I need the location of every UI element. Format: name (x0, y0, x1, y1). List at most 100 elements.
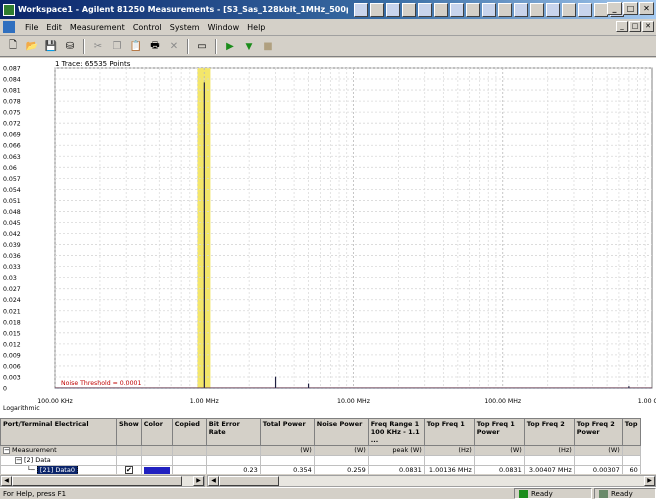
tree-group-cell[interactable]: − [2] Data (0, 455, 117, 466)
color-cell[interactable] (140, 465, 173, 474)
new-icon[interactable]: 🗋 (4, 39, 22, 55)
x-tick-label: 100.00 KHz (37, 398, 73, 405)
task-icon[interactable] (594, 2, 608, 17)
toolbar-separator (215, 39, 217, 54)
y-tick-label: 0.06 (3, 165, 17, 172)
tree-group-label: [2] Data (24, 456, 51, 465)
selected-terminal-name[interactable]: [21] Data0 (36, 466, 78, 474)
show-checkbox[interactable]: ✔ (124, 466, 133, 474)
maximize-button[interactable]: □ (623, 2, 638, 15)
menu-help[interactable]: Help (243, 23, 269, 32)
menu-measurement[interactable]: Measurement (66, 23, 129, 32)
top-freq1-cell: 1.00136 MHz (423, 465, 475, 474)
unit-cell: (W) (313, 445, 369, 456)
task-icon[interactable] (386, 2, 400, 17)
copied-cell (171, 465, 207, 474)
right-horizontal-scrollbar[interactable]: ◀ ▶ (207, 475, 656, 487)
column-header[interactable]: Show (116, 418, 142, 446)
menu-control[interactable]: Control (129, 23, 166, 32)
print-setup-icon[interactable]: ⛁ (61, 39, 79, 55)
column-header[interactable]: Copied (171, 418, 207, 446)
task-icon[interactable] (354, 2, 368, 17)
task-icon[interactable] (418, 2, 432, 17)
column-header[interactable]: Top Freq 1 Power (473, 418, 525, 446)
unit-cell: (Hz) (523, 445, 575, 456)
play-icon[interactable]: ▶ (221, 39, 239, 55)
task-icon[interactable] (578, 2, 592, 17)
results-grid[interactable]: Port/Terminal Electrical Show Color Copi… (0, 418, 656, 474)
task-icon[interactable] (546, 2, 560, 17)
task-icon[interactable] (450, 2, 464, 17)
column-header[interactable]: Top Freq 1 (423, 418, 475, 446)
trace-color-swatch[interactable] (143, 466, 170, 474)
save-icon[interactable]: 💾 (42, 39, 60, 55)
task-icon[interactable] (530, 2, 544, 17)
window-icon[interactable]: ▭ (193, 39, 211, 55)
column-header[interactable]: Top Freq 2 (523, 418, 575, 446)
x-tick-label: 100.00 MHz (484, 398, 521, 405)
unit-cell: (W) (473, 445, 525, 456)
tree-group-row[interactable]: − [2] Data (0, 455, 641, 466)
minimize-button[interactable]: _ (607, 2, 622, 15)
close-button[interactable]: ✕ (639, 2, 654, 15)
column-header[interactable]: Total Power (259, 418, 315, 446)
task-icon[interactable] (402, 2, 416, 17)
delete-icon[interactable]: ✕ (165, 39, 183, 55)
task-icon[interactable] (498, 2, 512, 17)
record-icon[interactable]: ▼ (240, 39, 258, 55)
y-tick-label: 0.003 (3, 374, 21, 381)
column-header[interactable]: Freq Range 1 100 KHz - 1.1 ... (367, 418, 425, 446)
spectrum-chart[interactable]: 0.087 0.084 0.081 0.078 0.075 0.072 0.069 0.066… (0, 58, 656, 418)
title-bar[interactable]: Workspace1 - Agilent 81250 Measurements … (0, 0, 656, 19)
paste-icon[interactable]: 📋 (127, 39, 145, 55)
menu-system[interactable]: System (166, 23, 204, 32)
copy-icon[interactable]: ❐ (108, 39, 126, 55)
collapse-icon[interactable]: − (3, 447, 10, 454)
table-row[interactable]: └─ [21] Data0 ✔ 0.23 0.354 0.259 0.0831 … (0, 465, 641, 474)
scroll-thumb[interactable] (12, 476, 182, 486)
column-header[interactable]: Top (621, 418, 641, 446)
task-icon[interactable] (562, 2, 576, 17)
column-header[interactable]: Port/Terminal Electrical (0, 418, 117, 446)
left-horizontal-scrollbar[interactable]: ◀ ▶ (0, 475, 205, 487)
task-icon[interactable] (466, 2, 480, 17)
menu-edit[interactable]: Edit (42, 23, 66, 32)
unit-cell: (Hz) (423, 445, 475, 456)
y-tick-label: 0.048 (3, 209, 21, 216)
scroll-right-icon[interactable]: ▶ (644, 476, 655, 486)
column-header[interactable]: Top Freq 2 Power (573, 418, 623, 446)
y-tick-label: 0.069 (3, 132, 21, 139)
spectrum-plot[interactable]: 0.087 0.084 0.081 0.078 0.075 0.072 0.069 0.066… (0, 58, 656, 418)
document-icon[interactable] (3, 21, 15, 33)
scroll-left-icon[interactable]: ◀ (1, 476, 12, 486)
stop-icon[interactable]: ■ (259, 39, 277, 55)
unit-cell (116, 445, 142, 456)
task-icon[interactable] (514, 2, 528, 17)
column-header[interactable]: Bit Error Rate (205, 418, 261, 446)
open-icon[interactable]: 📂 (23, 39, 41, 55)
tree-root-cell[interactable]: − Measurement (0, 445, 117, 456)
y-tick-label: 0.021 (3, 308, 21, 315)
scroll-thumb[interactable] (219, 476, 279, 486)
task-icon[interactable] (482, 2, 496, 17)
show-cell[interactable]: ✔ (116, 465, 142, 474)
print-icon[interactable]: 🖶 (146, 39, 164, 55)
scroll-right-icon[interactable]: ▶ (193, 476, 204, 486)
tree-leaf-cell[interactable]: └─ [21] Data0 (0, 465, 117, 474)
unit-cell (205, 445, 261, 456)
menu-window[interactable]: Window (204, 23, 244, 32)
y-tick-label: 0.042 (3, 231, 21, 238)
mdi-close-button[interactable]: ✕ (642, 21, 654, 32)
task-icon[interactable] (434, 2, 448, 17)
scroll-left-icon[interactable]: ◀ (208, 476, 219, 486)
task-icon[interactable] (370, 2, 384, 17)
toolbar-separator (83, 39, 85, 54)
menu-file[interactable]: File (21, 23, 42, 32)
mdi-restore-button[interactable]: □ (629, 21, 641, 32)
mdi-minimize-button[interactable]: _ (616, 21, 628, 32)
cut-icon[interactable]: ✂ (89, 39, 107, 55)
y-tick-label: 0.03 (3, 275, 17, 282)
collapse-icon[interactable]: − (15, 457, 22, 464)
column-header[interactable]: Noise Power (313, 418, 369, 446)
column-header[interactable]: Color (140, 418, 173, 446)
